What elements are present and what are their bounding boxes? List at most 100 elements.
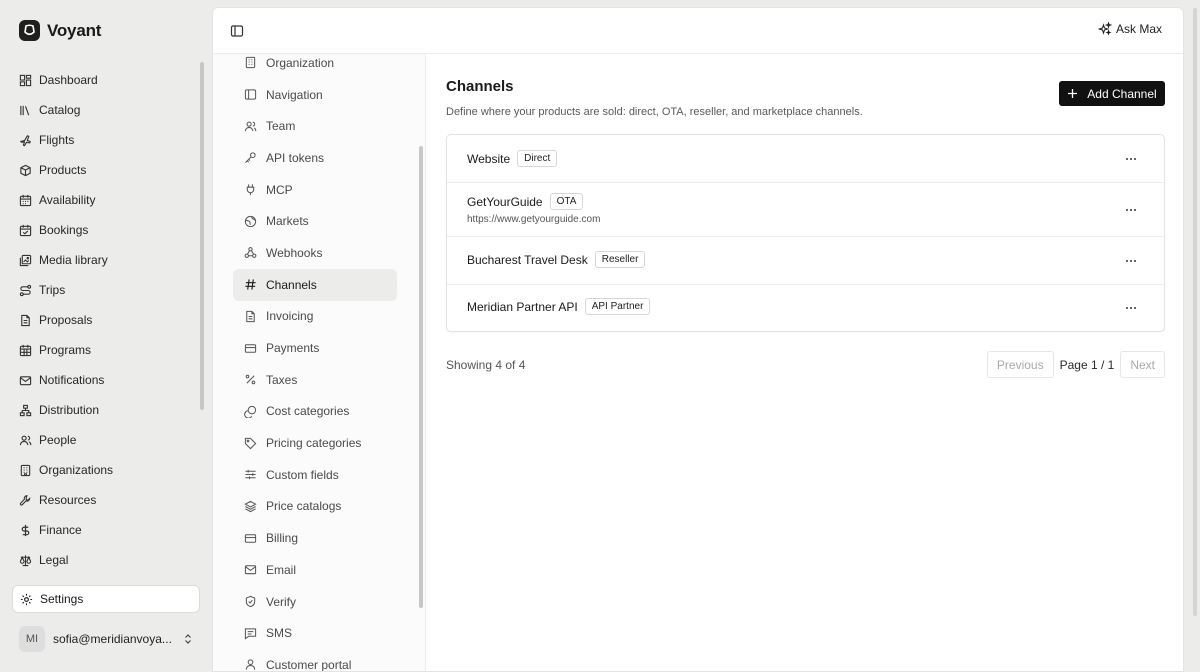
list-item[interactable]: Bucharest Travel Desk Reseller <box>447 237 1164 285</box>
settings-item-payments[interactable]: Payments <box>233 332 397 364</box>
settings-item-label: Billing <box>266 531 299 546</box>
settings-label: Settings <box>40 592 84 606</box>
settings-item-navigation[interactable]: Navigation <box>233 79 397 111</box>
list-item[interactable]: GetYourGuide OTA https://www.getyourguid… <box>447 183 1164 237</box>
user-menu[interactable]: MI sofia@meridianvoya... <box>19 626 194 652</box>
sidebar-item-label: Availability <box>39 193 96 207</box>
previous-page-button[interactable]: Previous <box>986 351 1054 378</box>
settings-item-invoicing[interactable]: Invoicing <box>233 301 397 333</box>
sidebar-item-catalog[interactable]: Catalog <box>12 95 200 125</box>
list-item[interactable]: Website Direct <box>447 135 1164 183</box>
tag-icon <box>244 437 257 449</box>
settings-item-taxes[interactable]: Taxes <box>233 364 397 396</box>
user-icon <box>245 659 256 671</box>
settings-item-mcp[interactable]: MCP <box>233 174 397 206</box>
channel-type-badge: Reseller <box>594 251 646 268</box>
sidebar-item-label: Media library <box>39 253 108 267</box>
sidebar-item-label: Distribution <box>39 403 100 417</box>
sidebar-item-settings[interactable]: Settings <box>12 585 200 613</box>
sidebar-icon <box>244 89 257 100</box>
pagination: Previous Page 1 / 1 Next <box>986 351 1165 378</box>
globe-icon <box>244 215 257 227</box>
more-options-icon[interactable] <box>1124 152 1138 166</box>
channel-name: Meridian Partner API <box>467 299 578 314</box>
more-options-icon[interactable] <box>1124 203 1138 217</box>
plane-icon <box>19 134 31 146</box>
sidebar-item-trips[interactable]: Trips <box>12 275 200 305</box>
more-options-icon[interactable] <box>1124 254 1138 268</box>
sidebar-item-legal[interactable]: Legal <box>12 545 200 575</box>
sidebar-scrollbar[interactable] <box>200 62 204 410</box>
channels-page: Channels Define where your products are … <box>446 54 1165 664</box>
settings-item-label: Pricing categories <box>266 436 362 451</box>
settings-item-webhooks[interactable]: Webhooks <box>233 237 397 269</box>
settings-item-price-catalogs[interactable]: Price catalogs <box>233 491 397 523</box>
sidebar-item-availability[interactable]: Availability <box>12 185 200 215</box>
sidebar-item-products[interactable]: Products <box>12 155 200 185</box>
sidebar-item-label: Finance <box>39 523 82 537</box>
package-icon <box>20 164 31 176</box>
sidebar-item-label: Catalog <box>39 103 81 117</box>
sidebar-item-flights[interactable]: Flights <box>12 125 200 155</box>
sidebar-item-dashboard[interactable]: Dashboard <box>12 65 200 95</box>
settings-item-pricing-categories[interactable]: Pricing categories <box>233 427 397 459</box>
sidebar-item-organizations[interactable]: Organizations <box>12 455 200 485</box>
gear-icon <box>20 593 33 605</box>
layers-icon <box>244 500 257 513</box>
calendar-check-icon <box>19 224 32 236</box>
settings-item-sms[interactable]: SMS <box>233 617 397 649</box>
sidebar-item-finance[interactable]: Finance <box>12 515 200 545</box>
channel-type-badge: Direct <box>517 150 558 167</box>
settings-item-customer-portal[interactable]: Customer portal <box>233 649 397 671</box>
settings-item-cost-categories[interactable]: Cost categories <box>233 396 397 428</box>
settings-item-label: Organization <box>266 55 335 70</box>
settings-item-label: MCP <box>266 182 293 197</box>
settings-item-email[interactable]: Email <box>233 554 397 586</box>
sliders-icon <box>245 470 256 480</box>
building-icon <box>20 464 31 476</box>
channel-name: Bucharest Travel Desk <box>467 252 588 267</box>
settings-item-markets[interactable]: Markets <box>233 205 397 237</box>
list-item[interactable]: Meridian Partner API API Partner <box>447 285 1164 332</box>
sidebar-item-proposals[interactable]: Proposals <box>12 305 200 335</box>
users-icon <box>244 121 257 131</box>
ask-max-button[interactable]: Ask Max <box>1097 22 1162 36</box>
settings-nav-scrollbar[interactable] <box>419 146 423 608</box>
coins-icon <box>244 405 257 418</box>
network-icon <box>19 404 32 416</box>
settings-item-label: Custom fields <box>266 467 339 482</box>
add-channel-button[interactable]: Add Channel <box>1059 81 1165 106</box>
channel-type-badge: API Partner <box>584 298 651 315</box>
settings-item-organization[interactable]: Organization <box>233 47 397 79</box>
settings-item-label: Price catalogs <box>266 499 342 514</box>
sidebar-item-people[interactable]: People <box>12 425 200 455</box>
more-options-icon[interactable] <box>1124 301 1138 315</box>
users-icon <box>19 435 32 445</box>
app-sidebar: Voyant Dashboard Catalog Flights Product… <box>0 0 212 672</box>
page-scrollbar[interactable] <box>1193 8 1197 616</box>
next-page-button[interactable]: Next <box>1120 351 1165 378</box>
sidebar-item-resources[interactable]: Resources <box>12 485 200 515</box>
sidebar-item-notifications[interactable]: Notifications <box>12 365 200 395</box>
sidebar-item-distribution[interactable]: Distribution <box>12 395 200 425</box>
plug-icon <box>246 184 255 196</box>
shield-check-icon <box>245 595 256 608</box>
settings-item-label: Email <box>266 562 297 577</box>
settings-item-channels[interactable]: Channels <box>233 268 397 301</box>
sidebar-item-media-library[interactable]: Media library <box>12 245 200 275</box>
route-icon <box>19 284 32 296</box>
settings-item-billing[interactable]: Billing <box>233 522 397 554</box>
page-indicator: Page 1 / 1 <box>1059 357 1115 372</box>
settings-item-api-tokens[interactable]: API tokens <box>233 142 397 174</box>
sidebar-item-bookings[interactable]: Bookings <box>12 215 200 245</box>
settings-item-verify[interactable]: Verify <box>233 586 397 618</box>
settings-item-label: Taxes <box>266 372 298 387</box>
settings-item-team[interactable]: Team <box>233 110 397 142</box>
brand[interactable]: Voyant <box>19 20 101 41</box>
sidebar-toggle-icon[interactable] <box>230 24 244 38</box>
settings-item-custom-fields[interactable]: Custom fields <box>233 459 397 491</box>
sidebar-item-label: Organizations <box>39 463 114 477</box>
sidebar-item-programs[interactable]: Programs <box>12 335 200 365</box>
percent-icon <box>245 374 256 385</box>
scales-icon <box>19 554 32 566</box>
